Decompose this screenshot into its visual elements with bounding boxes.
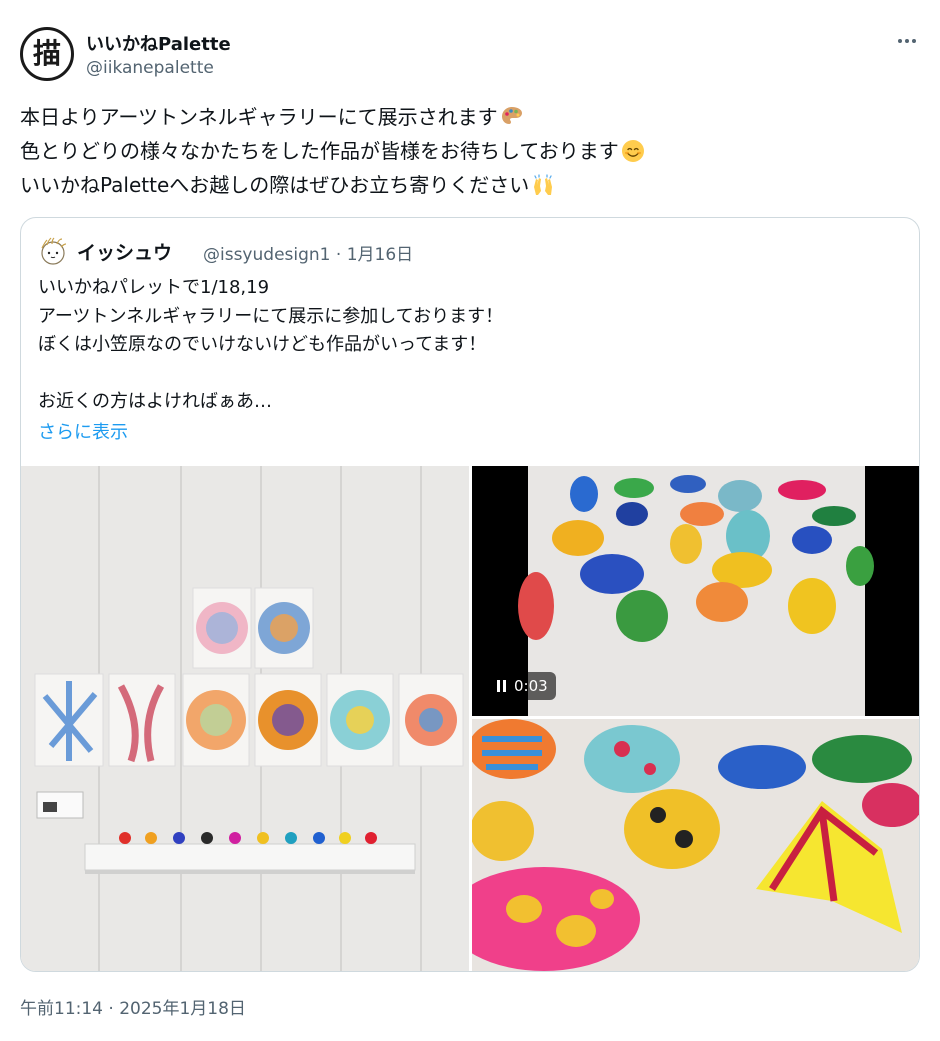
quoted-line: ぼくは小笠原なのでいけないけども作品がいってます！ (38, 334, 487, 355)
raising-hands-emoji-icon (534, 174, 553, 195)
quoted-tweet-text: いいかねパレットで1/18,19 アーツトンネルギャラリーにて展示に参加しており… (38, 274, 898, 417)
closeup-illustration (472, 719, 919, 971)
quoted-author-name[interactable]: イッシュウ (77, 238, 172, 265)
author-display-name[interactable]: いいかねPalette (86, 30, 231, 56)
quoted-tweet[interactable]: イッシュウ @issyudesign1 · 1月16日 いいかねパレットで1/1… (20, 217, 920, 972)
video-player[interactable]: 0:03 (472, 466, 919, 716)
meta-separator: · (335, 245, 342, 265)
gallery-wall-photo[interactable] (21, 466, 469, 971)
show-more-link[interactable]: さらに表示 (38, 418, 128, 444)
tweet: 描 いいかねPalette @iikanepalette 本日よりアーツトンネル… (0, 0, 940, 1041)
artist-palette-emoji-icon (501, 107, 522, 124)
quoted-line: お近くの方はよければぁあ… (38, 391, 272, 412)
media-grid: 0:03 (21, 466, 919, 971)
quoted-line: アーツトンネルギャラリーにて展示に参加しております！ (38, 305, 504, 327)
pause-icon[interactable] (497, 680, 506, 692)
quoted-line: いいかねパレットで1/18,19 (38, 277, 270, 298)
video-time: 0:03 (514, 677, 548, 695)
more-horizontal-icon (898, 39, 902, 43)
video-timestamp-pill: 0:03 (489, 672, 556, 700)
smiling-face-emoji-icon (621, 140, 644, 162)
sculptures-closeup-photo[interactable] (472, 719, 919, 971)
quoted-author-avatar[interactable] (38, 236, 68, 266)
quoted-tweet-date[interactable]: 1月16日 (347, 245, 413, 265)
author-avatar[interactable]: 描 (20, 27, 74, 81)
brush-kanji-logo-icon: 描 (32, 37, 61, 70)
quoted-author-meta: @issyudesign1 · 1月16日 (203, 240, 413, 265)
author-handle[interactable]: @iikanepalette (86, 58, 214, 78)
tweet-text-line-3: いいかねPaletteへお越しの際はぜひお立ち寄りください (20, 173, 530, 197)
quoted-author-handle[interactable]: @issyudesign1 (203, 245, 330, 265)
tweet-text: 本日よりアーツトンネルギャラリーにて展示されます 色とりどりの様々なかたちをした… (20, 100, 920, 202)
tweet-timestamp[interactable]: 午前11:14 · 2025年1月18日 (20, 994, 246, 1019)
tweet-text-line-2: 色とりどりの様々なかたちをした作品が皆様をお待ちしております (20, 139, 619, 163)
gallery-wall-illustration (21, 466, 469, 971)
quoted-line (38, 360, 898, 389)
tweet-text-line-1: 本日よりアーツトンネルギャラリーにて展示されます (20, 105, 498, 129)
more-options-button[interactable] (892, 26, 922, 56)
